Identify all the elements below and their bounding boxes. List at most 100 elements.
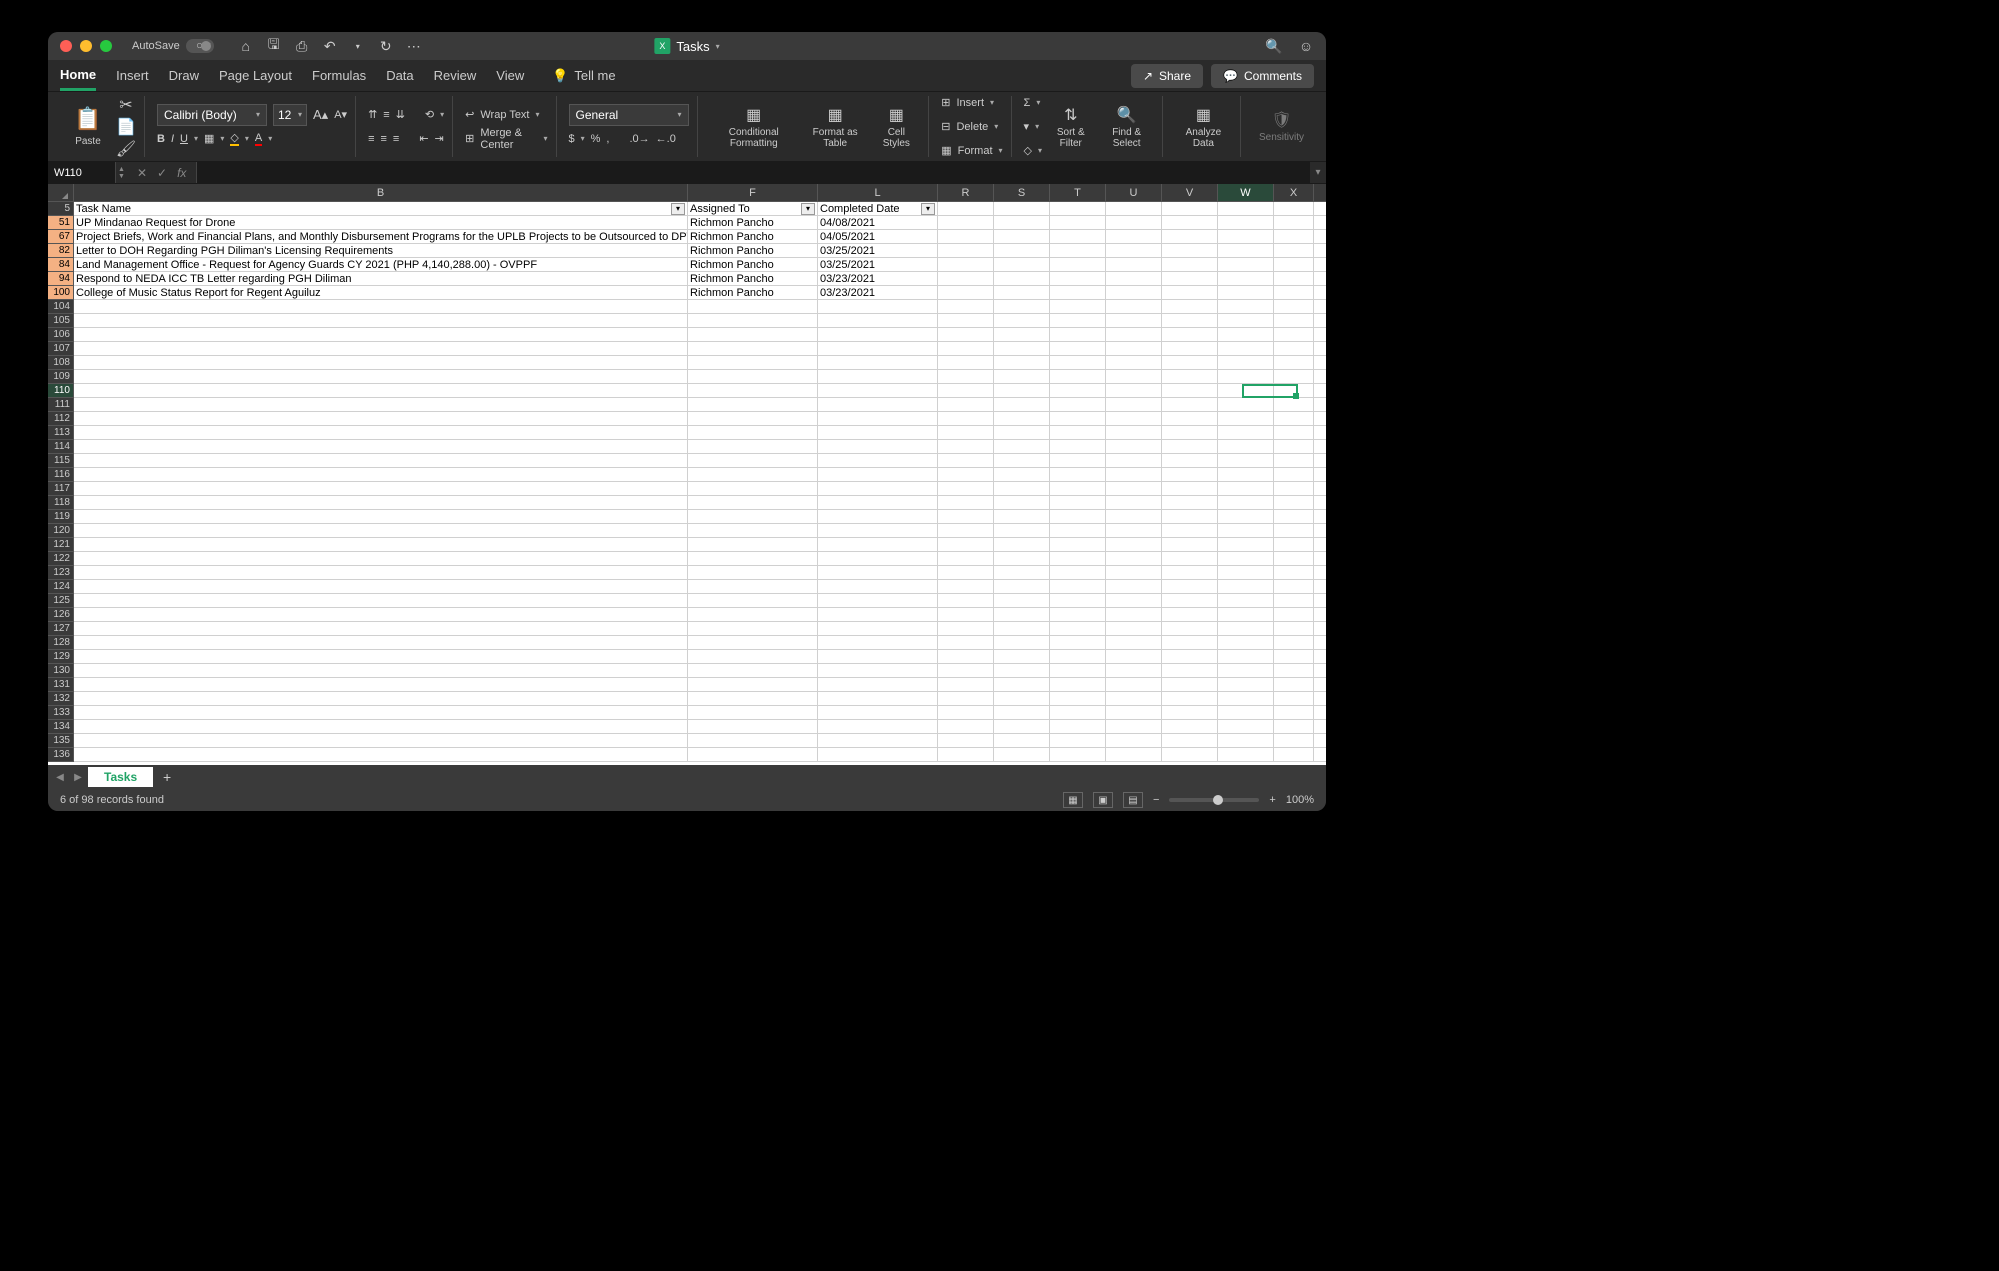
cell[interactable] <box>74 622 688 635</box>
cell[interactable] <box>938 734 994 747</box>
cell[interactable] <box>1218 650 1274 663</box>
cell[interactable] <box>1274 468 1314 481</box>
col-header-B[interactable]: B <box>74 184 688 201</box>
cell[interactable] <box>1274 482 1314 495</box>
cell[interactable] <box>1106 468 1162 481</box>
cell[interactable]: 04/08/2021 <box>818 216 938 229</box>
cell[interactable]: Richmon Pancho <box>688 216 818 229</box>
cell[interactable] <box>688 650 818 663</box>
cell[interactable] <box>1218 496 1274 509</box>
cell[interactable] <box>1050 328 1106 341</box>
cell[interactable] <box>994 454 1050 467</box>
border-button[interactable]: ▦ <box>204 132 214 145</box>
cell[interactable] <box>994 524 1050 537</box>
row-header[interactable]: 134 <box>48 720 74 734</box>
cell[interactable] <box>1274 566 1314 579</box>
cell[interactable] <box>994 720 1050 733</box>
cells-area[interactable]: Task Name▾Assigned To▾Completed Date▾UP … <box>74 202 1326 765</box>
row-header[interactable]: 136 <box>48 748 74 762</box>
cell[interactable] <box>1106 636 1162 649</box>
row-header[interactable]: 105 <box>48 314 74 328</box>
cell[interactable]: Assigned To▾ <box>688 202 818 215</box>
row-header[interactable]: 116 <box>48 468 74 482</box>
cell[interactable] <box>688 412 818 425</box>
cell[interactable] <box>1218 622 1274 635</box>
cell[interactable] <box>688 580 818 593</box>
cell[interactable] <box>994 552 1050 565</box>
cell[interactable] <box>818 510 938 523</box>
home-icon[interactable]: ⌂ <box>238 38 254 54</box>
cell[interactable] <box>1218 566 1274 579</box>
cell[interactable] <box>1218 538 1274 551</box>
cell[interactable] <box>74 398 688 411</box>
cell[interactable] <box>1274 412 1314 425</box>
cell[interactable] <box>1050 524 1106 537</box>
autosave-switch[interactable]: OFF <box>186 39 214 53</box>
increase-decimal-icon[interactable]: .0→ <box>629 133 649 145</box>
zoom-level[interactable]: 100% <box>1286 794 1314 806</box>
cell[interactable] <box>994 426 1050 439</box>
cell[interactable] <box>74 594 688 607</box>
cell[interactable] <box>938 580 994 593</box>
copy-icon[interactable]: 📄 <box>116 117 136 137</box>
cell[interactable] <box>1162 748 1218 761</box>
cell[interactable] <box>938 538 994 551</box>
cell[interactable] <box>1218 356 1274 369</box>
cell[interactable] <box>818 678 938 691</box>
cell[interactable] <box>688 622 818 635</box>
cell[interactable] <box>1162 426 1218 439</box>
insert-cells-button[interactable]: ⊞Insert▾ <box>941 92 1002 114</box>
cell[interactable] <box>818 552 938 565</box>
cell[interactable] <box>994 510 1050 523</box>
cell[interactable] <box>818 538 938 551</box>
orientation-icon[interactable]: ⟲ <box>425 108 434 121</box>
row-header[interactable]: 129 <box>48 650 74 664</box>
merge-center-button[interactable]: ⊞ Merge & Center▾ <box>465 128 547 150</box>
cell[interactable] <box>938 664 994 677</box>
cell[interactable] <box>1274 272 1314 285</box>
maximize-window[interactable] <box>100 40 112 52</box>
cell[interactable] <box>74 664 688 677</box>
cell[interactable] <box>938 356 994 369</box>
cell[interactable] <box>1162 538 1218 551</box>
clear-icon[interactable]: ◇ <box>1024 144 1032 157</box>
cell[interactable] <box>74 566 688 579</box>
cell[interactable] <box>1050 342 1106 355</box>
cell[interactable] <box>1274 286 1314 299</box>
cell[interactable] <box>994 216 1050 229</box>
cell[interactable] <box>688 608 818 621</box>
row-header[interactable]: 67 <box>48 230 74 244</box>
cell[interactable] <box>1106 314 1162 327</box>
cell[interactable] <box>1050 230 1106 243</box>
row-header[interactable]: 120 <box>48 524 74 538</box>
zoom-thumb[interactable] <box>1213 795 1223 805</box>
cell[interactable] <box>688 398 818 411</box>
cell[interactable] <box>1218 706 1274 719</box>
cell[interactable] <box>1218 594 1274 607</box>
cut-icon[interactable]: ✂ <box>116 95 136 115</box>
row-header[interactable]: 128 <box>48 636 74 650</box>
cell[interactable] <box>688 426 818 439</box>
cell[interactable] <box>938 496 994 509</box>
align-bottom-icon[interactable]: ⇊ <box>396 108 405 121</box>
filter-button[interactable]: ▾ <box>921 203 935 215</box>
cell[interactable] <box>1218 580 1274 593</box>
cell[interactable]: Project Briefs, Work and Financial Plans… <box>74 230 688 243</box>
cell[interactable] <box>1274 426 1314 439</box>
cell[interactable]: UP Mindanao Request for Drone <box>74 216 688 229</box>
cell[interactable] <box>1218 608 1274 621</box>
cell[interactable] <box>818 314 938 327</box>
underline-button[interactable]: U <box>180 133 188 145</box>
format-cells-button[interactable]: ▦Format▾ <box>941 140 1002 162</box>
cell[interactable] <box>1050 468 1106 481</box>
more-icon[interactable]: ⋯ <box>406 38 422 54</box>
cell[interactable] <box>994 398 1050 411</box>
row-header[interactable]: 119 <box>48 510 74 524</box>
row-header[interactable]: 109 <box>48 370 74 384</box>
cell[interactable] <box>1050 426 1106 439</box>
font-size-select[interactable]: 12▾ <box>273 104 307 126</box>
cell[interactable] <box>938 720 994 733</box>
cell[interactable] <box>938 552 994 565</box>
filter-button[interactable]: ▾ <box>801 203 815 215</box>
cell[interactable] <box>1106 272 1162 285</box>
